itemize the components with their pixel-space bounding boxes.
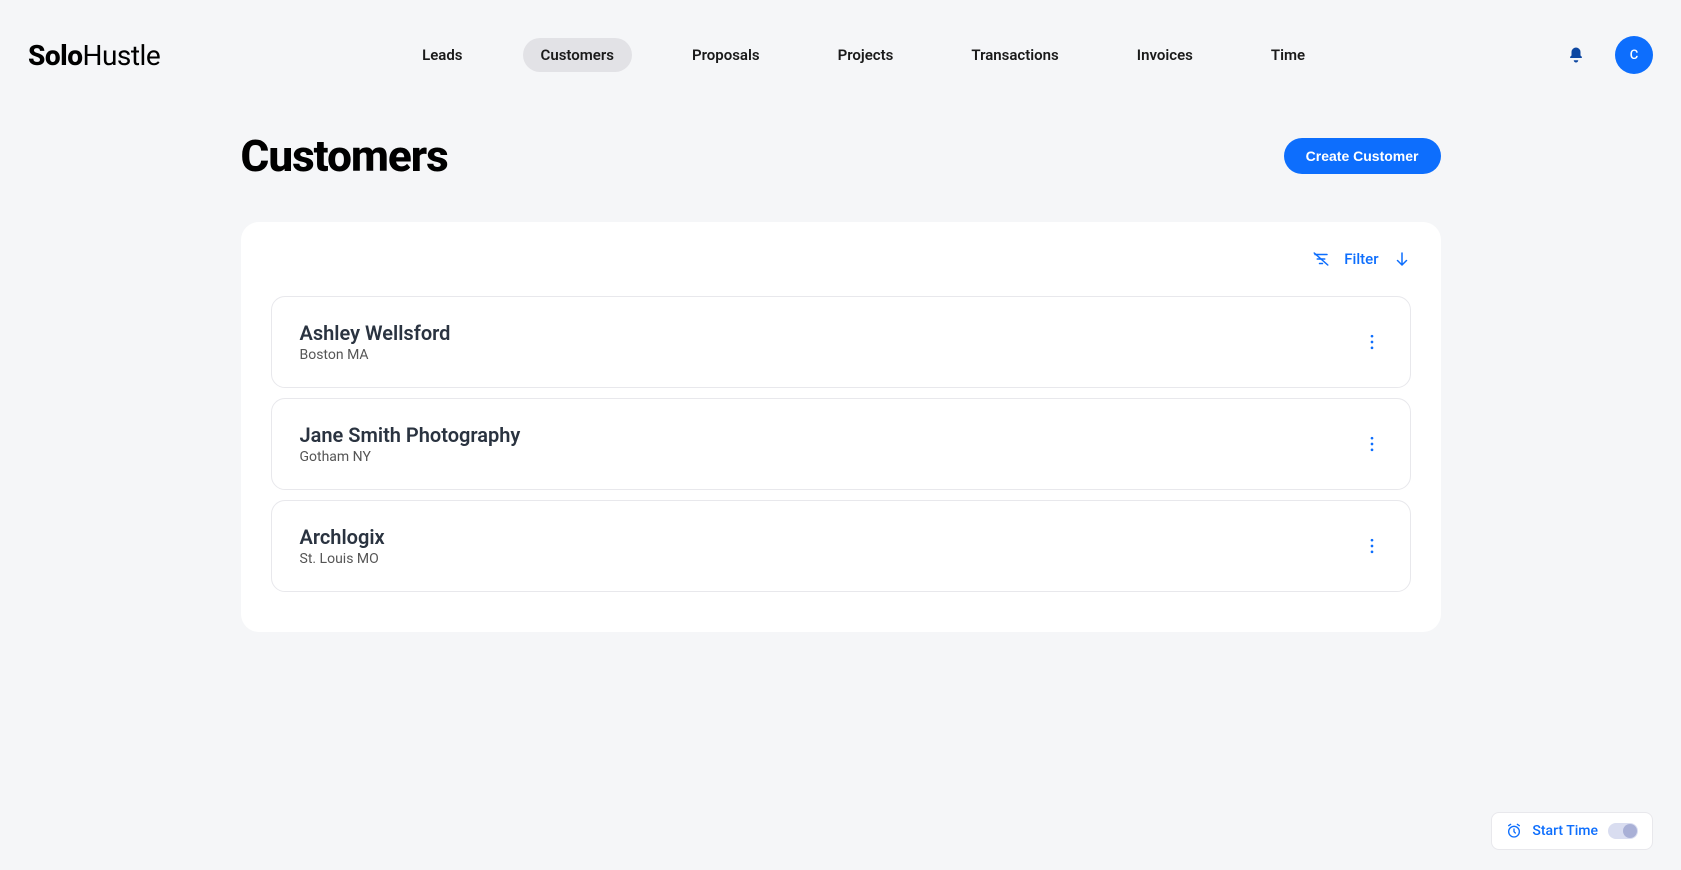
notification-bell-icon[interactable] [1567,46,1585,64]
customer-location: St. Louis MO [300,551,385,567]
nav-time[interactable]: Time [1253,38,1323,72]
nav-leads[interactable]: Leads [404,38,480,72]
start-time-toggle[interactable] [1608,823,1638,839]
create-customer-button[interactable]: Create Customer [1284,138,1441,174]
customer-info: Jane Smith Photography Gotham NY [300,423,521,465]
customer-row[interactable]: Archlogix St. Louis MO [271,500,1411,592]
more-vertical-icon[interactable] [1362,536,1382,556]
customer-info: Ashley Wellsford Boston MA [300,321,451,363]
nav-transactions[interactable]: Transactions [953,38,1076,72]
nav-projects[interactable]: Projects [820,38,912,72]
page-title: Customers [241,130,448,182]
customer-row[interactable]: Jane Smith Photography Gotham NY [271,398,1411,490]
header-right: C [1567,36,1653,74]
customers-card: Filter Ashley Wellsford Boston MA Jane S… [241,222,1441,632]
more-vertical-icon[interactable] [1362,332,1382,352]
main-nav: Leads Customers Proposals Projects Trans… [404,38,1323,72]
customer-name: Ashley Wellsford [300,321,451,345]
content-area: Customers Create Customer Filter Ashley … [231,110,1451,632]
page-header: Customers Create Customer [241,110,1441,222]
nav-customers[interactable]: Customers [523,38,632,72]
start-time-widget[interactable]: Start Time [1491,812,1653,850]
nav-invoices[interactable]: Invoices [1119,38,1211,72]
filter-off-icon[interactable] [1312,250,1330,268]
nav-proposals[interactable]: Proposals [674,38,778,72]
start-time-label: Start Time [1532,823,1598,839]
customer-location: Gotham NY [300,449,521,465]
customer-name: Jane Smith Photography [300,423,521,447]
logo[interactable]: SoloHustle [28,39,160,72]
logo-rest: Hustle [83,39,161,72]
avatar[interactable]: C [1615,36,1653,74]
header: SoloHustle Leads Customers Proposals Pro… [0,0,1681,110]
logo-bold: Solo [28,39,83,72]
arrow-down-icon[interactable] [1393,250,1411,268]
filter-row: Filter [271,250,1411,268]
customer-info: Archlogix St. Louis MO [300,525,385,567]
customer-location: Boston MA [300,347,451,363]
more-vertical-icon[interactable] [1362,434,1382,454]
customer-row[interactable]: Ashley Wellsford Boston MA [271,296,1411,388]
customer-name: Archlogix [300,525,385,549]
filter-label[interactable]: Filter [1344,250,1378,268]
alarm-clock-icon [1506,823,1522,839]
